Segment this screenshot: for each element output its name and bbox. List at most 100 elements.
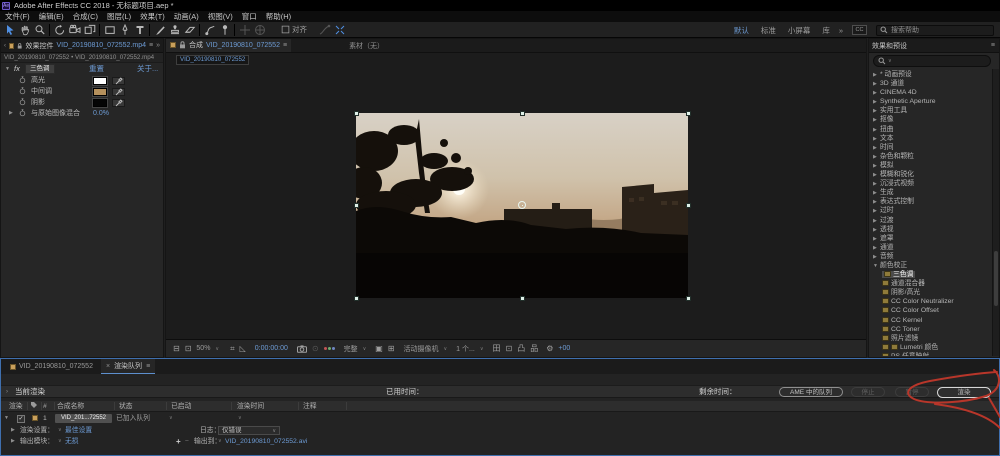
show-snapshot-icon[interactable]: ⊙ (312, 344, 319, 353)
comp-mini-flowchart-chip[interactable]: VID_20190810_072552 (176, 55, 249, 65)
eyedropper-icon[interactable] (112, 77, 125, 85)
channels-icon[interactable] (324, 347, 335, 350)
effect-reset-button[interactable]: 重置 (89, 63, 104, 75)
transparency-grid-icon[interactable]: ⊞ (388, 344, 395, 353)
effects-category[interactable]: ▶音频 (869, 252, 991, 261)
viewer-layout-icon[interactable]: ⊡ (185, 344, 192, 353)
effects-category[interactable]: ▶模糊和锐化 (869, 170, 991, 179)
effects-category[interactable]: ▶生成 (869, 188, 991, 197)
log-select[interactable]: 仅错误∨ (218, 426, 280, 435)
panel-menu-icon[interactable]: ≡ (146, 363, 150, 370)
tab-timeline[interactable]: VID_20190810_072552 (6, 359, 97, 374)
rotation-tool[interactable] (52, 23, 67, 37)
effects-category[interactable]: ▶3D 通道 (869, 79, 991, 88)
menu-item[interactable]: 动画(A) (174, 11, 199, 22)
workspace-小屏幕[interactable]: 小屏幕 (788, 25, 811, 36)
menu-item[interactable]: 图层(L) (107, 11, 131, 22)
selection-handle[interactable] (520, 296, 525, 301)
color-swatch[interactable] (93, 77, 107, 85)
menu-item[interactable]: 合成(C) (73, 11, 98, 22)
tab-footage[interactable]: 素材（无） (349, 41, 384, 51)
grid-guides-icon[interactable]: ⌗ (230, 344, 235, 354)
effects-category[interactable]: ▶CINEMA 4D (869, 88, 991, 97)
tab-effects-presets[interactable]: 效果和预设 (872, 41, 907, 51)
selection-tool[interactable] (2, 23, 17, 37)
pan-behind-tool[interactable] (82, 23, 97, 37)
effect-item[interactable]: CC Toner (869, 325, 991, 334)
menu-item[interactable]: 文件(F) (5, 11, 30, 22)
effects-category[interactable]: ▶透视 (869, 225, 991, 234)
effect-item[interactable]: CC Kernel (869, 316, 991, 325)
effects-search-input[interactable]: ∨ (873, 55, 991, 67)
menu-item[interactable]: 窗口 (242, 11, 257, 22)
eyedropper-icon[interactable] (112, 99, 125, 107)
selection-handle[interactable] (354, 296, 359, 301)
color-swatch[interactable] (93, 99, 107, 107)
selection-handle[interactable] (354, 111, 359, 116)
effects-scrollbar[interactable] (992, 69, 999, 356)
output-to-value[interactable]: VID_20190810_072552.avi (225, 436, 307, 447)
tab-composition[interactable]: 合成 VID_20190810_072552 ≡ (166, 39, 291, 53)
tab-effect-controls-file[interactable]: VID_20190810_072552.mp4 (56, 42, 146, 49)
effect-about-button[interactable]: 关于... (137, 63, 158, 75)
effects-category[interactable]: ▶沉浸式视频 (869, 179, 991, 188)
scrollbar-thumb[interactable] (994, 251, 998, 306)
menu-item[interactable]: 编辑(E) (39, 11, 64, 22)
twirl-right-icon[interactable]: ▶ (9, 108, 13, 119)
workspace-overflow-chevron[interactable]: » (839, 26, 843, 35)
effect-item[interactable]: PS 任意映射 (869, 352, 991, 356)
remove-output-icon[interactable]: − (185, 436, 189, 447)
effects-category[interactable]: ▶过渡 (869, 216, 991, 225)
selection-handle[interactable] (686, 296, 691, 301)
workspace-默认[interactable]: 默认 (734, 25, 749, 36)
view-layout-select[interactable]: 1 个... (456, 344, 475, 354)
eyedropper-icon[interactable] (112, 88, 125, 96)
output-module-value[interactable]: 无损 (65, 436, 79, 447)
brush-tool[interactable] (152, 23, 167, 37)
queue-item-row[interactable]: ▼ ✓ 1 VID_201...72552 已加入队列 ∨ ∨ (1, 413, 999, 424)
effects-category[interactable]: ▶过时 (869, 206, 991, 215)
puppet-pin-tool[interactable] (217, 23, 232, 37)
render-button[interactable]: 渲染 (937, 387, 991, 398)
effects-category[interactable]: ▶抠像 (869, 115, 991, 124)
twirl-down-icon[interactable]: ▼ (873, 262, 880, 271)
effects-category[interactable]: ▶模拟 (869, 161, 991, 170)
resolution-select[interactable]: 完整 (344, 344, 358, 354)
effects-category[interactable]: ▶实用工具 (869, 106, 991, 115)
selection-handle[interactable] (686, 203, 691, 208)
motion-path-icon[interactable] (317, 23, 332, 37)
timeline-graph-icon[interactable]: 凸 (517, 343, 525, 354)
panel-menu-icon[interactable]: ≡ (991, 42, 995, 49)
effect-item[interactable]: CC Color Offset (869, 306, 991, 315)
effect-name[interactable]: 三色调 (25, 64, 55, 74)
effects-category[interactable]: ▶遮罩 (869, 234, 991, 243)
timecode[interactable]: 0:00:00:00 (255, 345, 288, 352)
comp-name-field[interactable]: VID_201...72552 (55, 414, 112, 423)
render-settings-value[interactable]: 最佳设置 (65, 425, 92, 436)
effect-item[interactable]: 阴影/高光 (869, 288, 991, 297)
effects-category[interactable]: ▶表达式控制 (869, 197, 991, 206)
effects-category-expanded[interactable]: ▼颜色校正 (869, 261, 991, 270)
clone-stamp-tool[interactable] (167, 23, 182, 37)
align-toggle[interactable]: 对齐 (281, 24, 307, 35)
local-axis-icon[interactable] (237, 23, 252, 37)
hand-tool[interactable] (17, 23, 32, 37)
label-color-chip[interactable] (32, 415, 38, 421)
effects-category[interactable]: ▶杂色和颗粒 (869, 152, 991, 161)
effects-category[interactable]: ▶文本 (869, 134, 991, 143)
color-swatch[interactable] (93, 88, 107, 96)
twirl-down-icon[interactable]: ▼ (4, 413, 9, 424)
menu-item[interactable]: 效果(T) (140, 11, 165, 22)
active-camera-select[interactable]: 活动摄像机 (404, 344, 439, 354)
tab-scroll-left-icon[interactable]: ‹ (4, 43, 6, 49)
effects-category[interactable]: ▶通道 (869, 243, 991, 252)
collapse-arrow-icon[interactable]: › (6, 386, 8, 398)
effects-category[interactable]: ▶时间 (869, 143, 991, 152)
fast-previews-gear-icon[interactable]: ⚙ (546, 344, 553, 353)
pixel-aspect-icon[interactable]: ⊡ (506, 344, 513, 353)
region-of-interest-icon[interactable]: ▣ (375, 344, 383, 353)
pen-tool[interactable] (117, 23, 132, 37)
effect-twirl-icon[interactable]: ▼ (5, 63, 10, 75)
effects-category[interactable]: ▶* 动画预设 (869, 70, 991, 79)
selection-handle[interactable] (686, 111, 691, 116)
